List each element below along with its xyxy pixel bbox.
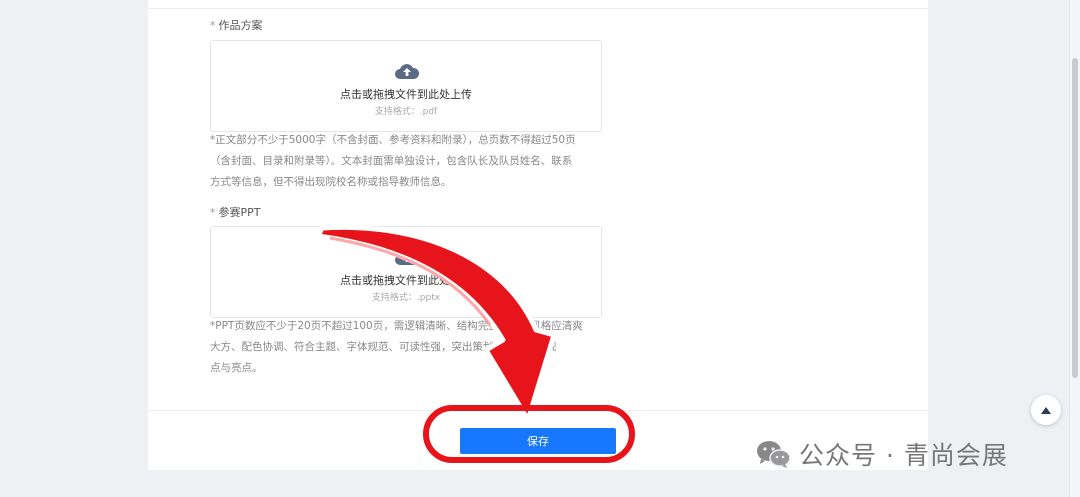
back-to-top-button[interactable] [1031,395,1061,425]
field-hint-ppt: *PPT页数应不少于20页不超过100页，需逻辑清晰、结构完整，设计风格应清爽 … [210,316,605,379]
watermark-text: 公众号 · 青尚会展 [799,441,1008,470]
chevron-up-icon [1041,406,1051,414]
annotation-highlight-ring [423,405,635,463]
wechat-icon [757,441,791,468]
upload-area-proposal[interactable]: 点击或拖拽文件到此处上传 支持格式：.pdf [210,40,602,132]
hint-line: 大方、配色协调、符合主题、字体规范、可读性强，突出策划方案的核心观 [210,341,557,353]
hint-line: 点与亮点。 [210,362,263,374]
field-label-ppt: * 参赛PPT [210,204,261,220]
upload-format-hint: 支持格式：.pptx [371,293,441,303]
required-mark: * [210,19,216,32]
upload-area-ppt[interactable]: 点击或拖拽文件到此处上传 支持格式：.pptx [210,226,602,318]
form-card: * 作品方案 点击或拖拽文件到此处上传 支持格式：.pdf *正文部分不少于500… [148,0,928,470]
hint-line: （含封面、目录和附录等）。文本封面需单独设计，包含队长及队员姓名、联系 [210,155,573,167]
field-hint-proposal: *正文部分不少于5000字（不含封面、参考资料和附录），总页数不得超过50页 （… [210,130,605,193]
required-mark: * [210,206,216,219]
cloud-upload-icon [395,250,420,265]
upload-format-hint: 支持格式：.pdf [374,107,438,117]
cloud-upload-icon [395,64,420,79]
hint-line: 方式等信息，但不得出现院校名称或指导教师信息。 [210,176,452,188]
field-label-text: 参赛PPT [218,206,261,219]
divider [148,8,928,9]
upload-title: 点击或拖拽文件到此处上传 [340,88,472,101]
scrollbar-thumb[interactable] [1072,58,1078,378]
upload-title: 点击或拖拽文件到此处上传 [340,274,472,287]
hint-line: *PPT页数应不少于20页不超过100页，需逻辑清晰、结构完整，设计风格应清爽 [210,320,583,332]
watermark: 公众号 · 青尚会展 [755,436,1008,472]
field-label-proposal: * 作品方案 [210,17,263,33]
hint-line: *正文部分不少于5000字（不含封面、参考资料和附录），总页数不得超过50页 [210,134,576,146]
field-label-text: 作品方案 [218,19,263,32]
page-scrollbar[interactable] [1069,0,1080,497]
